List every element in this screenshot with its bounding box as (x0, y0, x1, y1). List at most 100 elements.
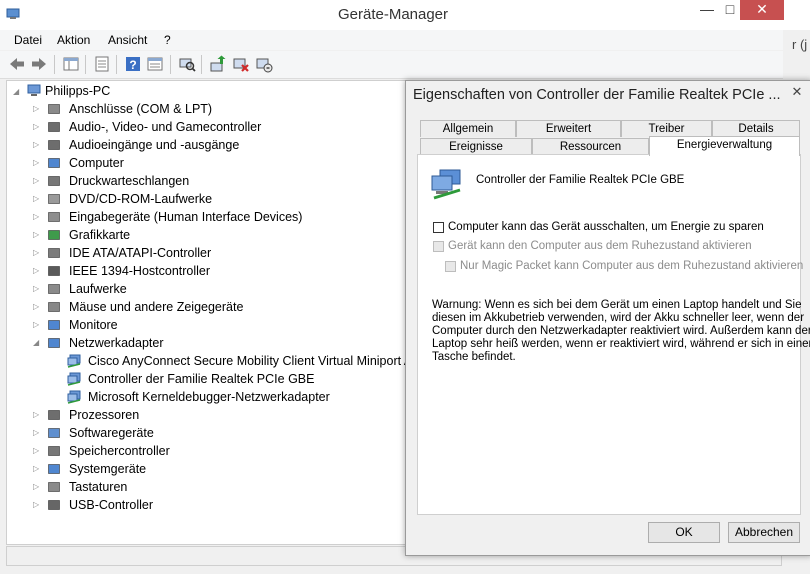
tree-device[interactable]: Microsoft Kerneldebugger-Netzwerkadapter (88, 388, 330, 406)
tab-treiber[interactable]: Treiber (621, 120, 712, 137)
menu-datei[interactable]: Datei (14, 33, 42, 47)
expand-arrow-icon[interactable]: ▷ (33, 465, 41, 473)
background-window-text: r (j (792, 37, 808, 52)
warning-line: Warnung: Wenn es sich bei dem Gerät um e… (432, 299, 802, 311)
expand-arrow-icon[interactable]: ▷ (33, 177, 41, 185)
view-icon[interactable] (146, 55, 164, 73)
close-button[interactable]: ✕ (740, 0, 784, 20)
label-allow-turn-off[interactable]: Computer kann das Gerät ausschalten, um … (448, 221, 764, 233)
warning-text: Warnung: Wenn es sich bei dem Gerät um e… (432, 299, 810, 364)
label-wake-computer: Gerät kann den Computer aus dem Ruhezust… (448, 240, 752, 252)
tree-device[interactable]: Controller der Familie Realtek PCIe GBE (88, 370, 314, 388)
collapse-arrow-icon[interactable]: ◢ (13, 88, 21, 96)
tree-category[interactable]: DVD/CD-ROM-Laufwerke (69, 190, 212, 208)
tree-root[interactable]: Philipps-PC (45, 82, 110, 100)
tab-ressourcen[interactable]: Ressourcen (532, 138, 649, 155)
tree-category[interactable]: Eingabegeräte (Human Interface Devices) (69, 208, 302, 226)
menu-help[interactable]: ? (164, 33, 171, 47)
tree-device[interactable]: Cisco AnyConnect Secure Mobility Client … (88, 352, 448, 370)
uninstall-icon[interactable] (232, 55, 250, 73)
tab-ereignisse[interactable]: Ereignisse (420, 138, 532, 155)
tree-category[interactable]: Netzwerkadapter (69, 334, 164, 352)
network-adapter-icon (431, 169, 461, 200)
expand-arrow-icon[interactable]: ▷ (33, 231, 41, 239)
firewire-icon (48, 266, 60, 276)
expand-arrow-icon[interactable]: ▷ (33, 501, 41, 509)
network-adapter-icon (67, 390, 81, 404)
system-icon (48, 464, 60, 474)
properties-dialog: Eigenschaften von Controller der Familie… (405, 80, 810, 556)
mouse-icon (48, 302, 60, 312)
tree-category[interactable]: Laufwerke (69, 280, 127, 298)
tree-category[interactable]: USB-Controller (69, 496, 153, 514)
checkbox-magic-packet (445, 261, 456, 272)
monitor-icon (48, 320, 60, 330)
tree-category[interactable]: Druckwarteschlangen (69, 172, 189, 190)
disc-icon (48, 194, 60, 204)
expand-arrow-icon[interactable]: ▷ (33, 429, 41, 437)
tree-category[interactable]: Audio-, Video- und Gamecontroller (69, 118, 261, 136)
forward-arrow-icon[interactable] (30, 55, 48, 73)
help-icon[interactable]: ? (124, 55, 142, 73)
printer-icon (48, 176, 60, 186)
expand-arrow-icon[interactable]: ▷ (33, 411, 41, 419)
toolbar-separator (85, 55, 86, 74)
tree-category[interactable]: Audioeingänge und -ausgänge (69, 136, 239, 154)
tab-details[interactable]: Details (712, 120, 800, 137)
warning-line: Computer durch den Netzwerkadapter reakt… (432, 325, 810, 337)
tree-category[interactable]: Computer (69, 154, 124, 172)
properties-icon[interactable] (93, 55, 111, 73)
disable-device-icon[interactable] (255, 55, 273, 73)
tree-category[interactable]: Monitore (69, 316, 118, 334)
tree-category[interactable]: Anschlüsse (COM & LPT) (69, 100, 212, 118)
tree-category[interactable]: Tastaturen (69, 478, 127, 496)
checkbox-allow-turn-off[interactable] (433, 222, 444, 233)
tree-category[interactable]: Mäuse und andere Zeigegeräte (69, 298, 243, 316)
expand-arrow-icon[interactable]: ▷ (33, 249, 41, 257)
expand-arrow-icon[interactable]: ▷ (33, 303, 41, 311)
expand-arrow-icon[interactable]: ▷ (33, 123, 41, 131)
expand-arrow-icon[interactable]: ▷ (33, 483, 41, 491)
scan-hardware-icon[interactable] (178, 55, 196, 73)
tree-category[interactable]: IEEE 1394-Hostcontroller (69, 262, 210, 280)
tree-category[interactable]: Prozessoren (69, 406, 139, 424)
label-magic-packet: Nur Magic Packet kann Computer aus dem R… (460, 260, 804, 272)
monitor-icon (48, 158, 60, 168)
device-name: Controller der Familie Realtek PCIe GBE (476, 174, 685, 186)
ok-button[interactable]: OK (648, 522, 720, 543)
tab-energieverwaltung[interactable]: Energieverwaltung (649, 136, 800, 156)
expand-arrow-icon[interactable]: ▷ (33, 285, 41, 293)
collapse-arrow-icon[interactable]: ◢ (33, 339, 41, 347)
speaker-icon (48, 122, 60, 132)
menu-aktion[interactable]: Aktion (57, 33, 90, 47)
tree-category[interactable]: Softwaregeräte (69, 424, 154, 442)
expand-arrow-icon[interactable]: ▷ (33, 213, 41, 221)
toolbar (0, 51, 783, 79)
expand-arrow-icon[interactable]: ▷ (33, 447, 41, 455)
expand-arrow-icon[interactable]: ▷ (33, 267, 41, 275)
tree-category[interactable]: Systemgeräte (69, 460, 146, 478)
tree-category[interactable]: IDE ATA/ATAPI-Controller (69, 244, 211, 262)
cancel-button[interactable]: Abbrechen (728, 522, 800, 543)
expand-arrow-icon[interactable]: ▷ (33, 141, 41, 149)
menu-ansicht[interactable]: Ansicht (108, 33, 147, 47)
warning-line: Laptop sehr heiß werden, wenn er reaktiv… (432, 338, 810, 350)
warning-line: diesen im Akkubetrieb verwenden, wird de… (432, 312, 805, 324)
tab-allgemein[interactable]: Allgemein (420, 120, 516, 137)
tree-category[interactable]: Grafikkarte (69, 226, 130, 244)
expand-arrow-icon[interactable]: ▷ (33, 195, 41, 203)
expand-arrow-icon[interactable]: ▷ (33, 159, 41, 167)
tree-category[interactable]: Speichercontroller (69, 442, 170, 460)
back-arrow-icon[interactable] (8, 55, 26, 73)
tab-erweitert[interactable]: Erweitert (516, 120, 621, 137)
keyboard-icon (48, 482, 60, 492)
expand-arrow-icon[interactable]: ▷ (33, 321, 41, 329)
expand-arrow-icon[interactable]: ▷ (33, 105, 41, 113)
maximize-button[interactable]: □ (722, 0, 738, 20)
ide-icon (48, 248, 60, 258)
show-hide-tree-icon[interactable] (62, 55, 80, 73)
dialog-close-button[interactable]: ✕ (785, 84, 809, 100)
update-driver-icon[interactable] (209, 55, 227, 73)
toolbar-separator (201, 55, 202, 74)
minimize-button[interactable]: — (692, 0, 722, 20)
